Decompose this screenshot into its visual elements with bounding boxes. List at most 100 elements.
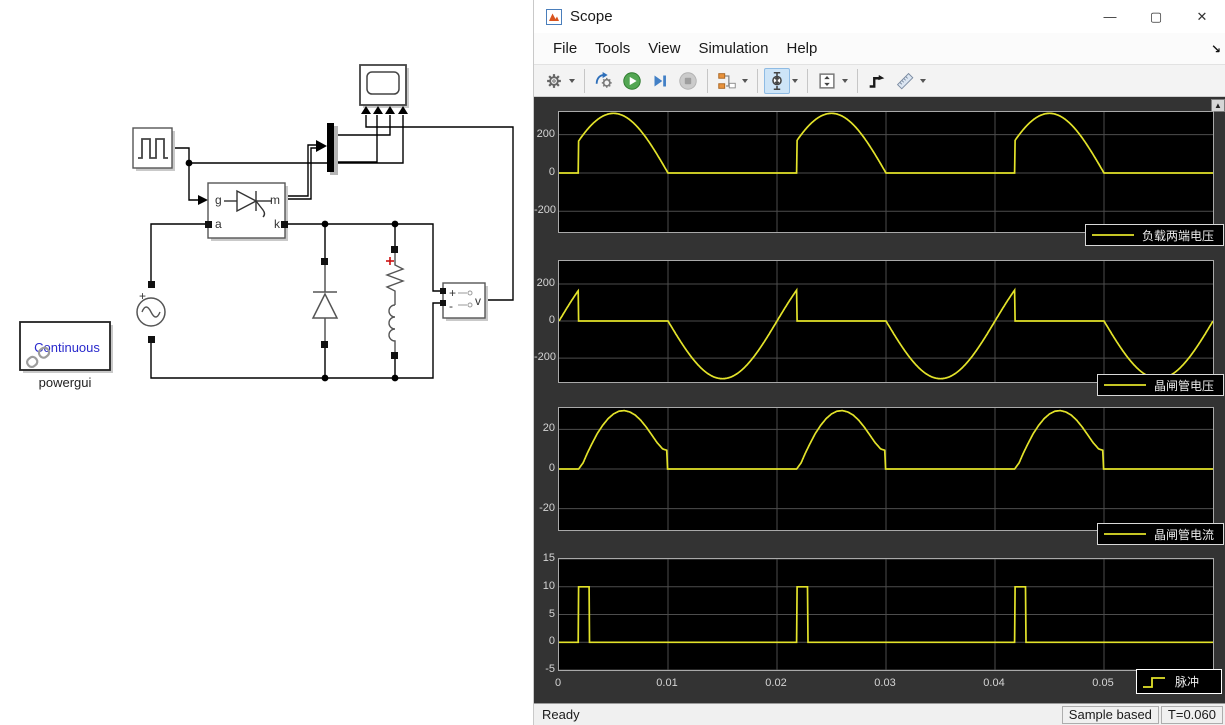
scope-screen-icon — [366, 71, 400, 95]
maximize-button[interactable]: ▢ — [1133, 0, 1179, 33]
settings-gear-icon-dropdown[interactable] — [569, 78, 575, 83]
titlebar[interactable]: Scope — ▢ ✕ — [534, 0, 1225, 33]
highlight-model-icon[interactable] — [591, 68, 617, 94]
x-tick-label: 0.03 — [874, 677, 896, 689]
y-tick-label: -20 — [539, 501, 555, 514]
legend-line-sample — [1104, 384, 1146, 386]
x-tick-label: 0.01 — [656, 677, 678, 689]
y-tick-label: -200 — [534, 204, 557, 217]
step-forward-icon[interactable] — [647, 68, 673, 94]
signal-selector-icon-dropdown[interactable] — [742, 78, 748, 83]
wire-bottom-rail[interactable] — [150, 302, 443, 379]
scope-plot-panel: ▲ 200 0 -200 负载两端电压 200 0 -200 晶闸管电压 20 0 -20 晶闸管电流… — [534, 97, 1225, 703]
legend-step-sample — [1143, 676, 1165, 688]
diode-bottom-port — [321, 341, 328, 348]
x-tick-label: 0 — [554, 677, 562, 689]
y-tick-label: 0 — [548, 462, 555, 474]
y-tick-label: 200 — [536, 127, 555, 140]
port-k — [281, 221, 288, 228]
thyristor-block[interactable]: g a m k — [205, 182, 288, 241]
menu-view[interactable]: View — [639, 36, 689, 61]
toolbar-separator — [707, 68, 708, 93]
scale-axes-icon[interactable] — [764, 67, 790, 94]
wire-junctions — [185, 140, 399, 382]
demux-block[interactable] — [327, 123, 338, 175]
legend-label: 脉冲 — [1175, 675, 1200, 689]
measurements-icon[interactable] — [892, 68, 918, 94]
legend-label: 晶闸管电压 — [1154, 378, 1215, 393]
voltmeter-plus-label: + — [449, 286, 456, 300]
y-tick-label: 15 — [542, 552, 555, 564]
window-title: Scope — [570, 8, 613, 25]
sample-mode-badge: Sample based — [1061, 705, 1159, 724]
y-tick-label: 5 — [548, 607, 555, 620]
screenshot-root: g a m k + + - v Continuous powergui Scop… — [0, 0, 1225, 725]
diode-block[interactable] — [311, 258, 339, 348]
toolbar-separator — [584, 68, 585, 93]
wire-m-1[interactable] — [286, 144, 317, 197]
subplot-2-axes — [558, 260, 1214, 383]
y-limits-icon-dropdown[interactable] — [842, 78, 848, 83]
load-bottom-port — [391, 352, 398, 359]
legend-label: 晶闸管电流 — [1154, 527, 1215, 542]
source-plus-label: + — [139, 289, 146, 303]
signal-selector-icon[interactable] — [714, 68, 740, 94]
toolbar-separator — [757, 68, 758, 93]
voltmeter-plus-port — [440, 288, 446, 294]
powergui-block[interactable]: Continuous powergui — [19, 321, 113, 390]
port-a — [205, 221, 212, 228]
menubar: File Tools View Simulation Help ↘ — [534, 33, 1225, 64]
pulse-generator-block[interactable] — [132, 127, 175, 171]
scope-block[interactable] — [359, 64, 409, 114]
toolbar-separator — [857, 68, 858, 93]
wire-demux-out1[interactable] — [334, 115, 391, 136]
legend-label: 负载两端电压 — [1142, 228, 1215, 243]
demux-arrowhead — [316, 140, 327, 152]
status-text: Ready — [542, 707, 580, 722]
legend-subplot-3[interactable]: 晶闸管电流 — [1097, 523, 1224, 545]
trigger-icon[interactable] — [864, 68, 890, 94]
inductor-icon — [388, 304, 396, 352]
run-icon[interactable] — [619, 68, 645, 94]
wire-pulse-to-scope[interactable] — [189, 115, 404, 164]
voltage-measurement-block[interactable]: + - v — [440, 282, 488, 321]
y-tick-label: 200 — [536, 276, 555, 289]
scale-axes-icon-dropdown[interactable] — [792, 78, 798, 83]
subplot-1-axes — [558, 111, 1214, 233]
settings-gear-icon[interactable] — [541, 68, 567, 94]
menu-help[interactable]: Help — [778, 36, 827, 61]
measurements-icon-dropdown[interactable] — [920, 78, 926, 83]
wire-m-2[interactable] — [286, 147, 317, 200]
wire-pulse-to-gate[interactable] — [172, 147, 198, 201]
scope-app-icon — [546, 8, 562, 25]
subplot-4-axes — [558, 558, 1214, 671]
minimize-button[interactable]: — — [1087, 0, 1133, 33]
thyristor-port-label-g: g — [215, 193, 222, 207]
y-tick-label: 0 — [548, 165, 555, 178]
source-top-port — [148, 281, 155, 288]
legend-subplot-4[interactable]: 脉冲 — [1136, 669, 1222, 694]
diode-top-port — [321, 258, 328, 265]
overflow-arrow-icon[interactable]: ↘ — [1211, 42, 1221, 56]
legend-subplot-2[interactable]: 晶闸管电压 — [1097, 374, 1224, 396]
wire-top-rail[interactable] — [285, 223, 443, 292]
wire-voltmeter-to-scope[interactable] — [365, 115, 514, 301]
legend-line-sample — [1092, 234, 1134, 236]
y-limits-icon[interactable] — [814, 68, 840, 94]
menu-file[interactable]: File — [544, 36, 586, 61]
y-tick-label: 0 — [548, 635, 555, 648]
rl-load-block[interactable] — [385, 246, 405, 359]
thyristor-port-label-k: k — [274, 217, 281, 231]
y-tick-label: -5 — [545, 663, 555, 675]
menu-simulation[interactable]: Simulation — [689, 36, 777, 61]
menu-tools[interactable]: Tools — [586, 36, 639, 61]
statusbar: Ready Sample based T=0.060 — [534, 703, 1225, 725]
wire-anode[interactable] — [150, 223, 208, 281]
legend-subplot-1[interactable]: 负载两端电压 — [1085, 224, 1224, 246]
wire-demux-out2[interactable] — [334, 115, 378, 163]
ac-voltage-source-block[interactable]: + — [136, 281, 166, 343]
gridlines — [559, 559, 1213, 670]
powergui-name-label: powergui — [39, 375, 92, 390]
x-tick-label: 0.05 — [1092, 677, 1114, 689]
close-button[interactable]: ✕ — [1179, 0, 1225, 33]
